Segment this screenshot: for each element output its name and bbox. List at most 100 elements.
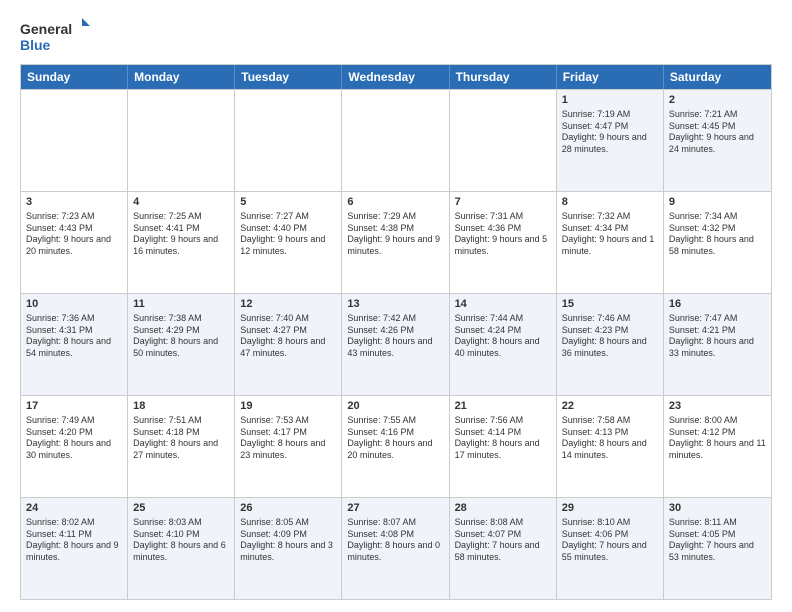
page: General Blue SundayMondayTuesdayWednesda…	[0, 0, 792, 612]
day-number: 1	[562, 93, 658, 108]
day-info: Sunrise: 7:36 AM Sunset: 4:31 PM Dayligh…	[26, 313, 122, 360]
calendar-cell: 19Sunrise: 7:53 AM Sunset: 4:17 PM Dayli…	[235, 396, 342, 497]
day-info: Sunrise: 8:02 AM Sunset: 4:11 PM Dayligh…	[26, 517, 122, 564]
calendar-cell: 6Sunrise: 7:29 AM Sunset: 4:38 PM Daylig…	[342, 192, 449, 293]
day-number: 25	[133, 501, 229, 516]
calendar-cell: 17Sunrise: 7:49 AM Sunset: 4:20 PM Dayli…	[21, 396, 128, 497]
day-number: 28	[455, 501, 551, 516]
day-number: 16	[669, 297, 766, 312]
day-number: 6	[347, 195, 443, 210]
day-info: Sunrise: 7:21 AM Sunset: 4:45 PM Dayligh…	[669, 109, 766, 156]
day-number: 3	[26, 195, 122, 210]
header: General Blue	[20, 16, 772, 56]
day-number: 4	[133, 195, 229, 210]
calendar-cell: 26Sunrise: 8:05 AM Sunset: 4:09 PM Dayli…	[235, 498, 342, 599]
calendar-cell: 10Sunrise: 7:36 AM Sunset: 4:31 PM Dayli…	[21, 294, 128, 395]
day-info: Sunrise: 7:51 AM Sunset: 4:18 PM Dayligh…	[133, 415, 229, 462]
calendar-row: 10Sunrise: 7:36 AM Sunset: 4:31 PM Dayli…	[21, 293, 771, 395]
day-number: 27	[347, 501, 443, 516]
day-number: 10	[26, 297, 122, 312]
calendar: SundayMondayTuesdayWednesdayThursdayFrid…	[20, 64, 772, 600]
day-number: 9	[669, 195, 766, 210]
weekday-header: Wednesday	[342, 65, 449, 89]
day-info: Sunrise: 8:11 AM Sunset: 4:05 PM Dayligh…	[669, 517, 766, 564]
day-number: 13	[347, 297, 443, 312]
day-info: Sunrise: 7:40 AM Sunset: 4:27 PM Dayligh…	[240, 313, 336, 360]
day-number: 12	[240, 297, 336, 312]
day-number: 26	[240, 501, 336, 516]
calendar-row: 17Sunrise: 7:49 AM Sunset: 4:20 PM Dayli…	[21, 395, 771, 497]
day-number: 7	[455, 195, 551, 210]
weekday-header: Sunday	[21, 65, 128, 89]
calendar-cell: 23Sunrise: 8:00 AM Sunset: 4:12 PM Dayli…	[664, 396, 771, 497]
day-info: Sunrise: 8:00 AM Sunset: 4:12 PM Dayligh…	[669, 415, 766, 462]
calendar-row: 1Sunrise: 7:19 AM Sunset: 4:47 PM Daylig…	[21, 89, 771, 191]
day-number: 30	[669, 501, 766, 516]
day-info: Sunrise: 7:31 AM Sunset: 4:36 PM Dayligh…	[455, 211, 551, 258]
weekday-header: Tuesday	[235, 65, 342, 89]
calendar-cell: 16Sunrise: 7:47 AM Sunset: 4:21 PM Dayli…	[664, 294, 771, 395]
calendar-row: 24Sunrise: 8:02 AM Sunset: 4:11 PM Dayli…	[21, 497, 771, 599]
calendar-cell: 14Sunrise: 7:44 AM Sunset: 4:24 PM Dayli…	[450, 294, 557, 395]
logo: General Blue	[20, 16, 90, 56]
day-number: 5	[240, 195, 336, 210]
day-info: Sunrise: 7:47 AM Sunset: 4:21 PM Dayligh…	[669, 313, 766, 360]
calendar-cell	[342, 90, 449, 191]
day-number: 11	[133, 297, 229, 312]
calendar-cell: 5Sunrise: 7:27 AM Sunset: 4:40 PM Daylig…	[235, 192, 342, 293]
calendar-cell: 1Sunrise: 7:19 AM Sunset: 4:47 PM Daylig…	[557, 90, 664, 191]
calendar-cell: 8Sunrise: 7:32 AM Sunset: 4:34 PM Daylig…	[557, 192, 664, 293]
day-info: Sunrise: 7:27 AM Sunset: 4:40 PM Dayligh…	[240, 211, 336, 258]
day-number: 21	[455, 399, 551, 414]
calendar-cell: 3Sunrise: 7:23 AM Sunset: 4:43 PM Daylig…	[21, 192, 128, 293]
calendar-cell: 30Sunrise: 8:11 AM Sunset: 4:05 PM Dayli…	[664, 498, 771, 599]
day-number: 23	[669, 399, 766, 414]
day-info: Sunrise: 8:08 AM Sunset: 4:07 PM Dayligh…	[455, 517, 551, 564]
calendar-cell: 25Sunrise: 8:03 AM Sunset: 4:10 PM Dayli…	[128, 498, 235, 599]
calendar-cell: 21Sunrise: 7:56 AM Sunset: 4:14 PM Dayli…	[450, 396, 557, 497]
day-number: 8	[562, 195, 658, 210]
day-info: Sunrise: 7:56 AM Sunset: 4:14 PM Dayligh…	[455, 415, 551, 462]
calendar-header: SundayMondayTuesdayWednesdayThursdayFrid…	[21, 65, 771, 89]
calendar-cell: 24Sunrise: 8:02 AM Sunset: 4:11 PM Dayli…	[21, 498, 128, 599]
calendar-cell: 29Sunrise: 8:10 AM Sunset: 4:06 PM Dayli…	[557, 498, 664, 599]
calendar-row: 3Sunrise: 7:23 AM Sunset: 4:43 PM Daylig…	[21, 191, 771, 293]
calendar-cell	[128, 90, 235, 191]
day-info: Sunrise: 7:49 AM Sunset: 4:20 PM Dayligh…	[26, 415, 122, 462]
day-number: 24	[26, 501, 122, 516]
calendar-cell: 7Sunrise: 7:31 AM Sunset: 4:36 PM Daylig…	[450, 192, 557, 293]
day-info: Sunrise: 7:32 AM Sunset: 4:34 PM Dayligh…	[562, 211, 658, 258]
calendar-cell: 22Sunrise: 7:58 AM Sunset: 4:13 PM Dayli…	[557, 396, 664, 497]
calendar-cell	[21, 90, 128, 191]
day-info: Sunrise: 7:23 AM Sunset: 4:43 PM Dayligh…	[26, 211, 122, 258]
day-number: 20	[347, 399, 443, 414]
calendar-cell: 11Sunrise: 7:38 AM Sunset: 4:29 PM Dayli…	[128, 294, 235, 395]
day-number: 17	[26, 399, 122, 414]
calendar-cell	[450, 90, 557, 191]
day-info: Sunrise: 7:34 AM Sunset: 4:32 PM Dayligh…	[669, 211, 766, 258]
logo-svg: General Blue	[20, 16, 90, 56]
day-number: 19	[240, 399, 336, 414]
day-info: Sunrise: 8:10 AM Sunset: 4:06 PM Dayligh…	[562, 517, 658, 564]
day-info: Sunrise: 7:44 AM Sunset: 4:24 PM Dayligh…	[455, 313, 551, 360]
day-info: Sunrise: 8:07 AM Sunset: 4:08 PM Dayligh…	[347, 517, 443, 564]
day-info: Sunrise: 7:19 AM Sunset: 4:47 PM Dayligh…	[562, 109, 658, 156]
day-number: 2	[669, 93, 766, 108]
calendar-cell	[235, 90, 342, 191]
calendar-cell: 20Sunrise: 7:55 AM Sunset: 4:16 PM Dayli…	[342, 396, 449, 497]
day-info: Sunrise: 7:42 AM Sunset: 4:26 PM Dayligh…	[347, 313, 443, 360]
day-number: 15	[562, 297, 658, 312]
day-info: Sunrise: 7:53 AM Sunset: 4:17 PM Dayligh…	[240, 415, 336, 462]
calendar-cell: 15Sunrise: 7:46 AM Sunset: 4:23 PM Dayli…	[557, 294, 664, 395]
day-number: 22	[562, 399, 658, 414]
day-info: Sunrise: 7:58 AM Sunset: 4:13 PM Dayligh…	[562, 415, 658, 462]
day-info: Sunrise: 7:25 AM Sunset: 4:41 PM Dayligh…	[133, 211, 229, 258]
calendar-cell: 18Sunrise: 7:51 AM Sunset: 4:18 PM Dayli…	[128, 396, 235, 497]
day-info: Sunrise: 8:05 AM Sunset: 4:09 PM Dayligh…	[240, 517, 336, 564]
day-number: 14	[455, 297, 551, 312]
day-info: Sunrise: 8:03 AM Sunset: 4:10 PM Dayligh…	[133, 517, 229, 564]
day-info: Sunrise: 7:55 AM Sunset: 4:16 PM Dayligh…	[347, 415, 443, 462]
svg-text:Blue: Blue	[20, 37, 51, 53]
weekday-header: Monday	[128, 65, 235, 89]
weekday-header: Friday	[557, 65, 664, 89]
